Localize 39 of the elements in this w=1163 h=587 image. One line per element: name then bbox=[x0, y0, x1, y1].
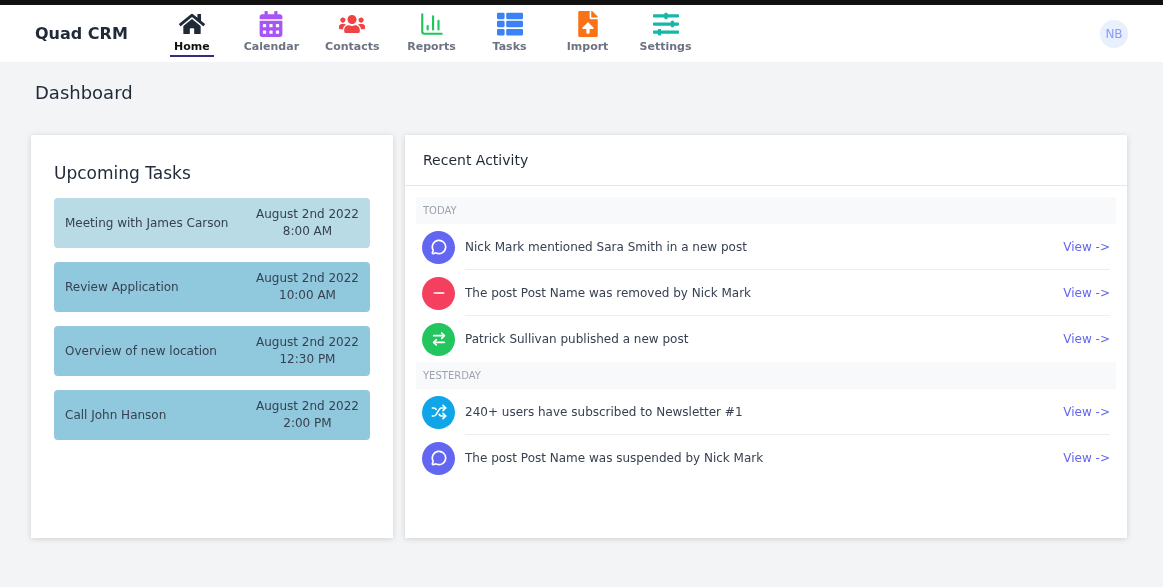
task-item[interactable]: Overview of new location August 2nd 2022 12:30 PM bbox=[54, 326, 370, 376]
view-link[interactable]: View -> bbox=[1063, 404, 1110, 419]
list-icon bbox=[496, 10, 523, 37]
activity-text: Patrick Sullivan published a new post bbox=[465, 332, 690, 346]
nav-tab[interactable]: Contacts bbox=[315, 10, 390, 57]
group-label: YESTERDAY bbox=[416, 362, 1116, 389]
group-label: TODAY bbox=[416, 197, 1116, 224]
task-name: Meeting with James Carson bbox=[65, 216, 229, 230]
nav-tab[interactable]: Import bbox=[551, 10, 624, 57]
task-item[interactable]: Review Application August 2nd 2022 10:00 AM bbox=[54, 262, 370, 312]
nav-tab[interactable]: Home bbox=[155, 10, 228, 57]
task-datetime: August 2nd 2022 10:00 AM bbox=[255, 270, 359, 304]
page-title: Dashboard bbox=[34, 81, 134, 105]
sliders-icon bbox=[652, 10, 679, 37]
task-name: Call John Hanson bbox=[65, 408, 167, 422]
view-link[interactable]: View -> bbox=[1063, 285, 1110, 300]
task-item[interactable]: Meeting with James Carson August 2nd 2022 8:00 AM bbox=[54, 198, 370, 248]
card-title: Recent Activity bbox=[405, 135, 1127, 186]
view-link[interactable]: View -> bbox=[1063, 451, 1110, 465]
task-datetime: August 2nd 2022 2:00 PM bbox=[255, 398, 359, 432]
activity-text: The post Post Name was suspended by Nick Mark bbox=[465, 451, 765, 465]
bar-chart-icon bbox=[418, 10, 445, 37]
nav-tab[interactable]: Calendar bbox=[233, 10, 310, 57]
task-datetime: August 2nd 2022 8:00 AM bbox=[255, 206, 359, 240]
activity-text: Nick Mark mentioned Sara Smith in a new post bbox=[465, 239, 748, 254]
activity-text: 240+ users have subscribed to Newsletter #1 bbox=[465, 404, 744, 419]
nav-tab[interactable]: Reports bbox=[395, 10, 468, 57]
nav-tab[interactable]: Tasks bbox=[473, 10, 546, 57]
task-name: Overview of new location bbox=[65, 344, 217, 358]
app-title: Quad CRM bbox=[35, 24, 128, 43]
card-title: Upcoming Tasks bbox=[54, 163, 192, 183]
task-item[interactable]: Call John Hanson August 2nd 2022 2:00 PM bbox=[54, 390, 370, 440]
view-link[interactable]: View -> bbox=[1063, 239, 1110, 254]
nav-tab[interactable]: Settings bbox=[629, 10, 702, 57]
calendar-icon bbox=[258, 10, 285, 37]
view-link[interactable]: View -> bbox=[1063, 332, 1110, 346]
task-name: Review Application bbox=[65, 280, 179, 294]
activity-text: The post Post Name was removed by Nick Mark bbox=[465, 285, 753, 300]
task-datetime: August 2nd 2022 12:30 PM bbox=[255, 334, 359, 368]
